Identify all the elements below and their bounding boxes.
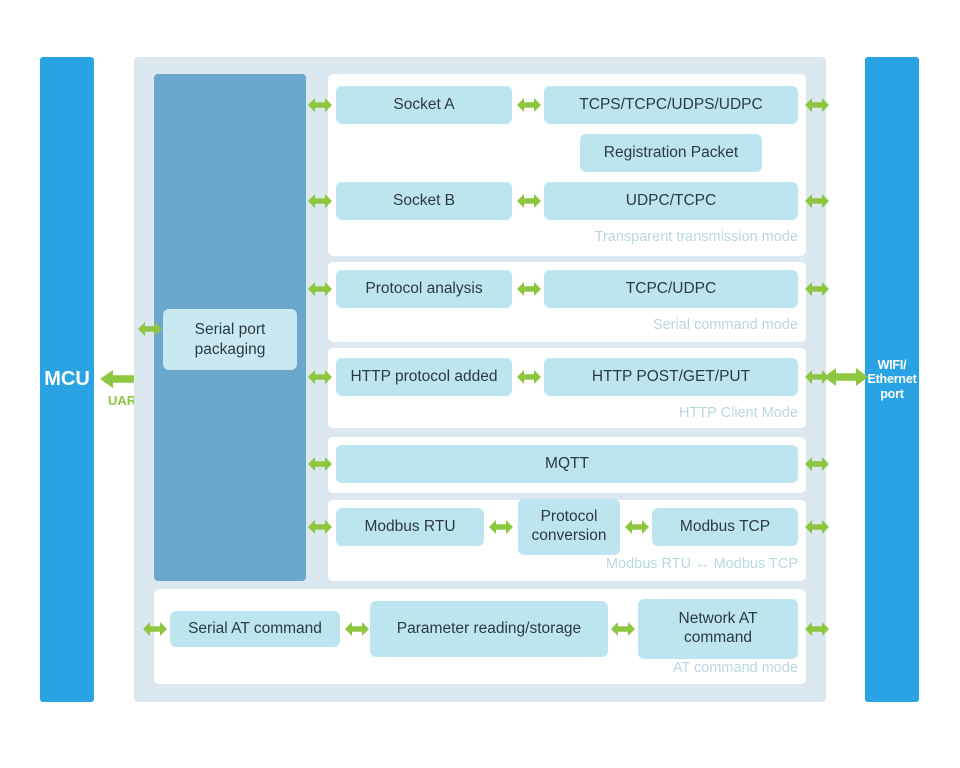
arrow-socket-b-to-protocols-icon bbox=[517, 192, 541, 210]
wifi-label-line1: WIFI/ bbox=[877, 357, 907, 372]
arrow-protocol-analysis-to-tcpc-icon bbox=[517, 280, 541, 298]
arrow-out-mqtt-icon bbox=[805, 455, 829, 473]
arrow-in-modbus-rtu-icon bbox=[308, 518, 332, 536]
serial-packaging-line1: Serial port bbox=[194, 320, 266, 338]
box-tcpc-udpc: TCPC/UDPC bbox=[544, 270, 798, 308]
arrow-out-tcpc-udpc-icon bbox=[805, 280, 829, 298]
box-http-methods: HTTP POST/GET/PUT bbox=[544, 358, 798, 396]
caption-at-command-mode: AT command mode bbox=[672, 660, 798, 676]
serial-packaging-line2: packaging bbox=[194, 340, 266, 358]
box-socket-a: Socket A bbox=[336, 86, 512, 124]
box-serial-at-command: Serial AT command bbox=[170, 611, 340, 647]
arrow-in-socket-a-icon bbox=[308, 96, 332, 114]
arrow-out-protocols-a-icon bbox=[805, 96, 829, 114]
box-protocols-socket-a: TCPS/TCPC/UDPS/UDPC bbox=[544, 86, 798, 124]
arrow-parameter-to-network-at-icon bbox=[611, 620, 635, 638]
arrow-in-socket-b-icon bbox=[308, 192, 332, 210]
arrow-socket-a-to-protocols-icon bbox=[517, 96, 541, 114]
box-modbus-rtu: Modbus RTU bbox=[336, 508, 484, 546]
arrow-out-http-methods-icon bbox=[805, 368, 829, 386]
network-link-arrow-icon bbox=[824, 366, 868, 388]
network-at-command-line2: command bbox=[683, 629, 753, 646]
caption-transparent-mode: Transparent transmission mode bbox=[594, 229, 798, 245]
caption-modbus-mode: Modbus RTU ↔ Modbus TCP bbox=[605, 556, 798, 572]
box-protocol-analysis: Protocol analysis bbox=[336, 270, 512, 308]
arrow-out-protocols-b-icon bbox=[805, 192, 829, 210]
arrow-modbus-rtu-to-conversion-icon bbox=[489, 518, 513, 536]
protocol-conversion-line2: conversion bbox=[531, 527, 607, 544]
box-modbus-tcp: Modbus TCP bbox=[652, 508, 798, 546]
network-at-command-line1: Network AT bbox=[678, 610, 758, 628]
box-socket-b: Socket B bbox=[336, 182, 512, 220]
arrow-conversion-to-modbus-tcp-icon bbox=[625, 518, 649, 536]
wifi-label-line2: Ethernet bbox=[867, 372, 917, 387]
protocol-conversion-line1: Protocol bbox=[540, 508, 598, 526]
arrow-out-network-at-icon bbox=[805, 620, 829, 638]
box-http-protocol-added: HTTP protocol added bbox=[336, 358, 512, 396]
caption-serial-command-mode: Serial command mode bbox=[652, 317, 798, 333]
arrow-in-protocol-analysis-icon bbox=[308, 280, 332, 298]
serial-port-packaging-box: Serial port packaging bbox=[163, 309, 297, 370]
arrow-serial-at-to-parameter-icon bbox=[345, 620, 369, 638]
box-protocol-conversion: Protocol conversion bbox=[518, 499, 620, 555]
arrow-out-modbus-tcp-icon bbox=[805, 518, 829, 536]
arrow-mcu-to-serial-panel-icon bbox=[138, 320, 162, 338]
wifi-ethernet-port-bar: WIFI/ Ethernet port bbox=[865, 57, 919, 702]
mcu-label: MCU bbox=[44, 368, 90, 390]
arrow-http-protocol-to-methods-icon bbox=[517, 368, 541, 386]
arrow-in-http-protocol-icon bbox=[308, 368, 332, 386]
arrow-in-serial-at-command-icon bbox=[143, 620, 167, 638]
box-protocols-socket-b: UDPC/TCPC bbox=[544, 182, 798, 220]
wifi-label-line3: port bbox=[880, 386, 904, 401]
arrow-in-mqtt-icon bbox=[308, 455, 332, 473]
box-registration-packet: Registration Packet bbox=[580, 134, 762, 172]
diagram-canvas: MCU UART WIFI/ Ethernet port Serial port… bbox=[0, 0, 960, 768]
box-parameter-reading-storage: Parameter reading/storage bbox=[370, 601, 608, 657]
caption-http-client-mode: HTTP Client Mode bbox=[679, 405, 798, 421]
box-mqtt: MQTT bbox=[336, 445, 798, 483]
box-network-at-command: Network AT command bbox=[638, 599, 798, 659]
mcu-port-bar: MCU bbox=[40, 57, 94, 702]
